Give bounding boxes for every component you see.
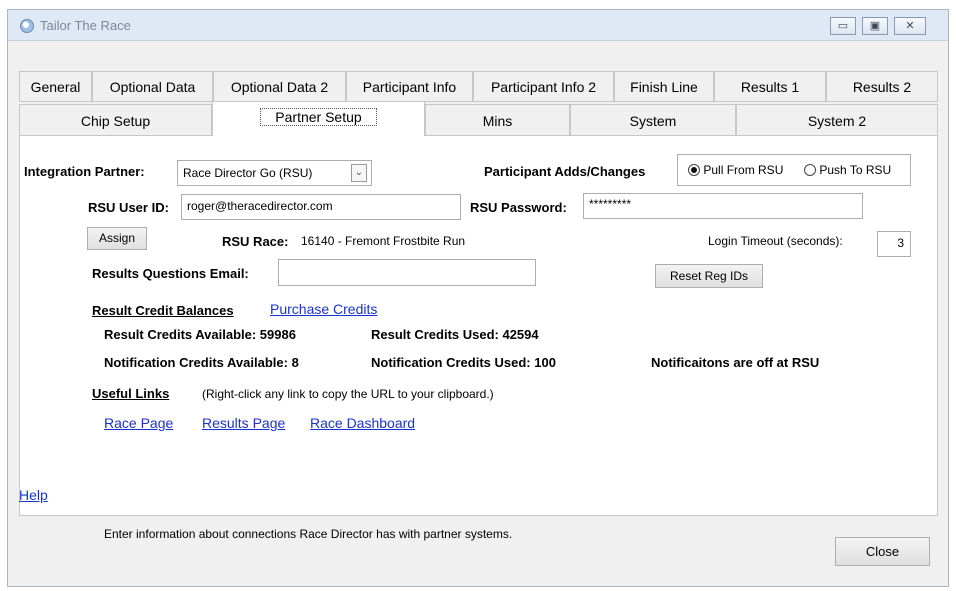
tab-participant-info[interactable]: Participant Info	[346, 71, 473, 102]
notification-credits-available: Notification Credits Available: 8	[104, 355, 299, 370]
status-text: Enter information about connections Race…	[104, 527, 513, 541]
notification-credits-used: Notification Credits Used: 100	[371, 355, 556, 370]
user-id-input[interactable]: roger@theracedirector.com	[181, 194, 461, 220]
race-page-link[interactable]: Race Page	[104, 415, 173, 431]
useful-links-hint: (Right-click any link to copy the URL to…	[202, 387, 494, 401]
rsu-race-value: 16140 - Fremont Frostbite Run	[301, 234, 466, 248]
tab-general[interactable]: General	[19, 71, 92, 102]
integration-partner-select[interactable]: Race Director Go (RSU) ⌄	[177, 160, 372, 186]
maximize-icon: ▣	[869, 20, 881, 32]
radio-unselected-icon	[804, 164, 816, 176]
user-id-value: roger@theracedirector.com	[187, 199, 333, 213]
tab-results-2[interactable]: Results 2	[826, 71, 938, 102]
window-title: Tailor The Race	[40, 18, 131, 33]
tab-system[interactable]: System	[570, 104, 736, 136]
close-button[interactable]: Close	[835, 537, 930, 566]
radio-selected-icon	[688, 164, 700, 176]
radio-push-to-rsu[interactable]: Push To RSU	[804, 163, 891, 177]
login-timeout-input[interactable]: 3	[877, 231, 911, 257]
radio-pull-from-rsu[interactable]: Pull From RSU	[688, 163, 783, 177]
chevron-down-icon[interactable]: ⌄	[351, 164, 367, 182]
close-window-button[interactable]: ✕	[894, 17, 926, 35]
maximize-button[interactable]: ▣	[862, 17, 888, 35]
user-id-label: RSU User ID:	[88, 200, 169, 215]
tab-chip-setup[interactable]: Chip Setup	[19, 104, 212, 136]
notification-status: Notificaitons are off at RSU	[651, 355, 820, 370]
participant-adds-radio-group: Pull From RSU Push To RSU	[677, 154, 911, 186]
reset-reg-ids-button[interactable]: Reset Reg IDs	[655, 264, 763, 288]
tab-finish-line[interactable]: Finish Line	[614, 71, 714, 102]
tab-partner-setup[interactable]: Partner Setup	[212, 101, 425, 137]
password-label: RSU Password:	[470, 200, 567, 215]
participant-adds-label: Participant Adds/Changes	[484, 164, 646, 179]
title-bar[interactable]: Tailor The Race ▭ ▣ ✕	[8, 10, 948, 41]
result-credits-available: Result Credits Available: 59986	[104, 327, 296, 342]
login-timeout-label: Login Timeout (seconds):	[708, 234, 843, 248]
rsu-race-label: RSU Race:	[222, 234, 289, 249]
tab-optional-data[interactable]: Optional Data	[92, 71, 213, 102]
minimize-icon: ▭	[837, 20, 849, 32]
integration-partner-value: Race Director Go (RSU)	[183, 166, 313, 180]
app-icon	[20, 19, 34, 33]
close-icon: ✕	[905, 20, 915, 32]
tab-participant-info-2[interactable]: Participant Info 2	[473, 71, 614, 102]
race-dashboard-link[interactable]: Race Dashboard	[310, 415, 415, 431]
tab-optional-data-2[interactable]: Optional Data 2	[213, 71, 346, 102]
integration-partner-label: Integration Partner:	[24, 164, 145, 179]
tab-system-2[interactable]: System 2	[736, 104, 938, 136]
purchase-credits-link[interactable]: Purchase Credits	[270, 301, 377, 317]
results-email-input[interactable]	[278, 259, 536, 286]
password-value: *********	[589, 197, 632, 211]
tab-mins[interactable]: Mins	[425, 104, 570, 136]
results-page-link[interactable]: Results Page	[202, 415, 285, 431]
assign-button[interactable]: Assign	[87, 227, 147, 250]
useful-links-heading: Useful Links	[92, 386, 170, 401]
minimize-button[interactable]: ▭	[830, 17, 856, 35]
tab-results-1[interactable]: Results 1	[714, 71, 826, 102]
results-email-label: Results Questions Email:	[92, 266, 249, 281]
credit-balances-heading: Result Credit Balances	[92, 303, 234, 318]
result-credits-used: Result Credits Used: 42594	[371, 327, 539, 342]
help-link[interactable]: Help	[19, 487, 48, 503]
password-input[interactable]: *********	[583, 193, 863, 219]
login-timeout-value: 3	[897, 236, 904, 250]
